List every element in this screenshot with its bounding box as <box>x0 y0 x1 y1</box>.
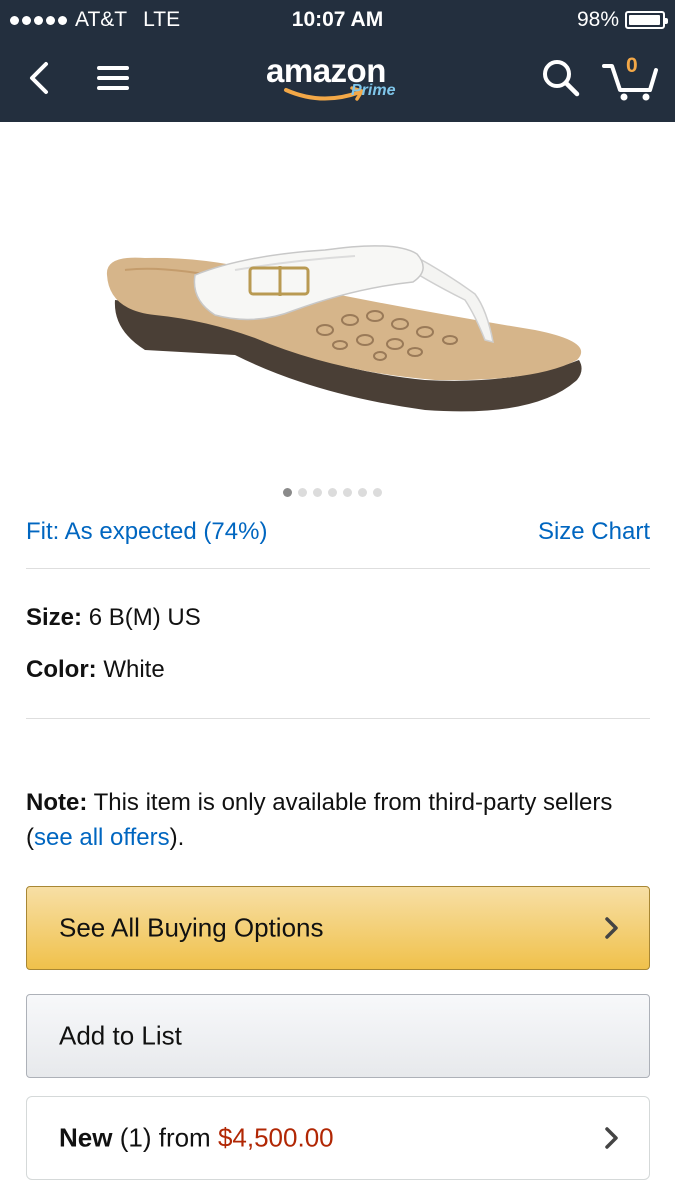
carousel-dot[interactable] <box>298 488 307 497</box>
carousel-dot[interactable] <box>328 488 337 497</box>
product-image[interactable] <box>95 220 595 430</box>
carousel-dot[interactable] <box>358 488 367 497</box>
battery-percent: 98% <box>576 8 619 31</box>
divider <box>26 568 650 569</box>
fit-link[interactable]: Fit: As expected (74%) <box>26 518 267 546</box>
color-value: White <box>103 656 165 683</box>
logo-prime-text: Prime <box>351 82 396 99</box>
offer-label: New (1) from $4,500.00 <box>59 1123 334 1154</box>
sandal-image <box>106 245 582 412</box>
add-to-list-label: Add to List <box>59 1020 182 1051</box>
note-text-end: ). <box>169 824 185 851</box>
see-all-buying-options-button[interactable]: See All Buying Options <box>26 886 650 970</box>
chevron-right-icon <box>605 1127 618 1149</box>
carousel-dot[interactable] <box>373 488 382 497</box>
battery-icon <box>625 11 668 29</box>
offer-price: $4,500.00 <box>217 1122 334 1153</box>
top-nav-bar: amazon Prime 0 <box>0 40 675 122</box>
fit-row: Fit: As expected (74%) Size Chart <box>26 516 650 552</box>
hamburger-menu-icon[interactable] <box>93 58 135 98</box>
cart-count-badge: 0 <box>626 54 638 77</box>
search-icon[interactable] <box>539 56 583 100</box>
carousel-dot[interactable] <box>313 488 322 497</box>
chevron-right-icon <box>605 917 618 939</box>
size-label: Size: <box>26 604 83 631</box>
image-carousel-dots[interactable] <box>0 488 675 497</box>
back-arrow-icon[interactable] <box>22 58 62 98</box>
color-attribute: Color: White <box>26 656 165 684</box>
third-party-note: Note: This item is only available from t… <box>26 785 650 855</box>
size-value: 6 B(M) US <box>88 604 201 631</box>
size-chart-link[interactable]: Size Chart <box>538 518 650 546</box>
carousel-dot[interactable] <box>283 488 292 497</box>
new-offers-row[interactable]: New (1) from $4,500.00 <box>26 1096 650 1180</box>
carousel-dot[interactable] <box>343 488 352 497</box>
buying-options-label: See All Buying Options <box>59 912 324 943</box>
color-label: Color: <box>26 656 97 683</box>
offer-count: (1) <box>119 1122 152 1153</box>
amazon-prime-logo[interactable]: amazon Prime <box>266 52 416 108</box>
size-attribute: Size: 6 B(M) US <box>26 604 201 632</box>
note-label: Note: <box>26 789 88 816</box>
add-to-list-button[interactable]: Add to List <box>26 994 650 1078</box>
clock: 10:07 AM <box>291 8 384 31</box>
offer-from: from <box>158 1122 211 1153</box>
battery-status: 98% <box>576 8 668 32</box>
cart-icon[interactable]: 0 <box>600 54 660 102</box>
see-all-offers-link[interactable]: see all offers <box>34 824 170 851</box>
offer-condition: New <box>59 1122 113 1153</box>
status-bar: AT&T LTE 10:07 AM 98% <box>0 0 675 40</box>
divider <box>26 718 650 719</box>
